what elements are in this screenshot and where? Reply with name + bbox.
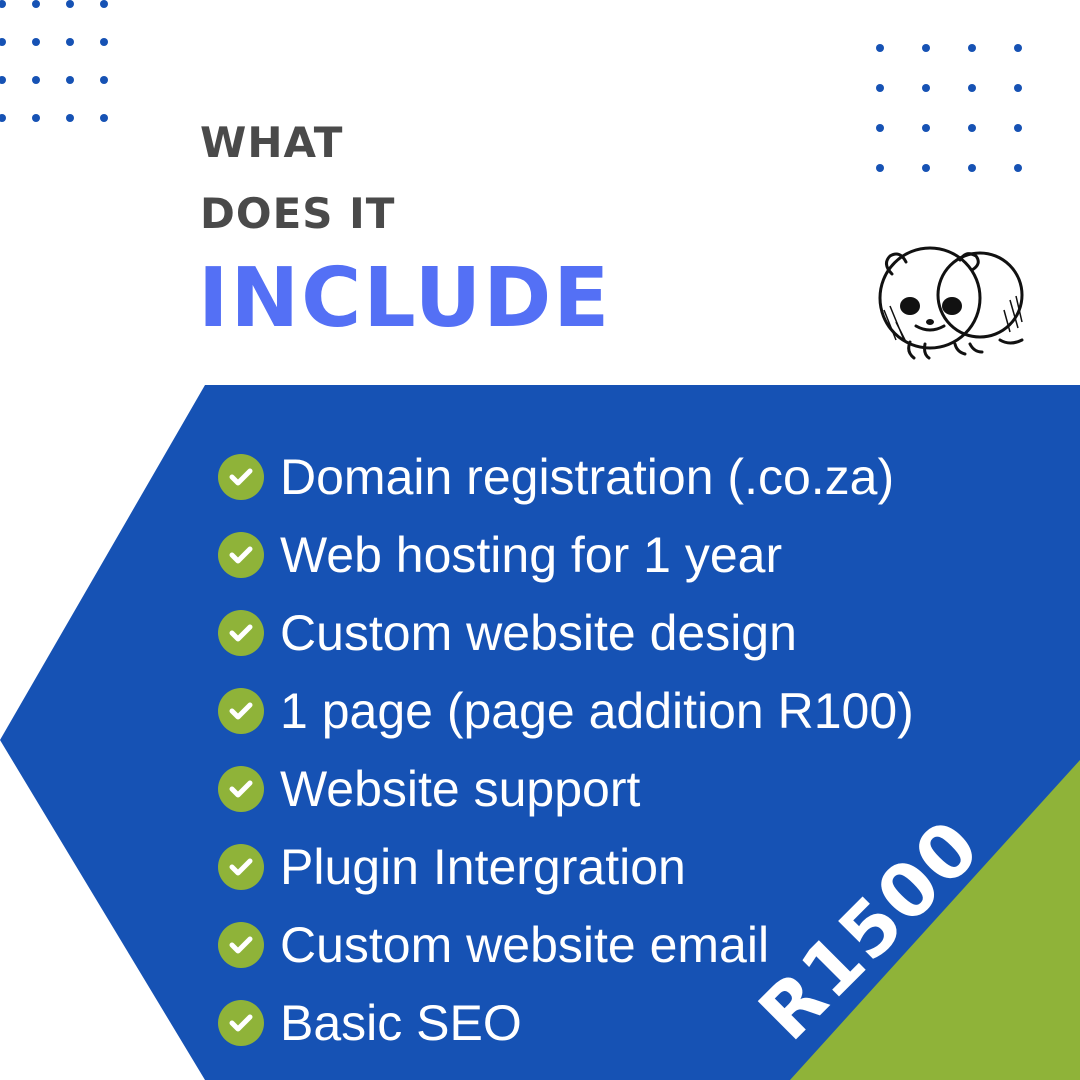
feature-label: Plugin Intergration [280,839,686,895]
check-circle-icon [218,688,264,734]
feature-label: Web hosting for 1 year [280,527,783,583]
feature-label: Custom website design [280,605,797,661]
dot-grid-top-left [0,0,108,122]
check-circle-icon [218,1000,264,1046]
check-circle-icon [218,766,264,812]
feature-label: Website support [280,761,641,817]
check-circle-icon [218,532,264,578]
check-circle-icon [218,922,264,968]
heading-line-does-it: DOES IT [200,189,396,238]
list-item: Website support [218,750,914,828]
list-item: Plugin Intergration [218,828,914,906]
list-item: Domain registration (.co.za) [218,438,914,516]
feature-label: Custom website email [280,917,770,973]
check-circle-icon [218,454,264,500]
feature-label: 1 page (page addition R100) [280,683,914,739]
feature-label: Basic SEO [280,995,522,1051]
list-item: Custom website design [218,594,914,672]
heading-line-what: WHAT [200,118,344,167]
list-item: 1 page (page addition R100) [218,672,914,750]
check-circle-icon [218,844,264,890]
check-circle-icon [218,610,264,656]
heading-line-include: INCLUDE [198,251,612,346]
dot-grid-top-right [876,44,1022,172]
feature-label: Domain registration (.co.za) [280,449,895,505]
list-item: Web hosting for 1 year [218,516,914,594]
panda-icon [878,246,1024,360]
